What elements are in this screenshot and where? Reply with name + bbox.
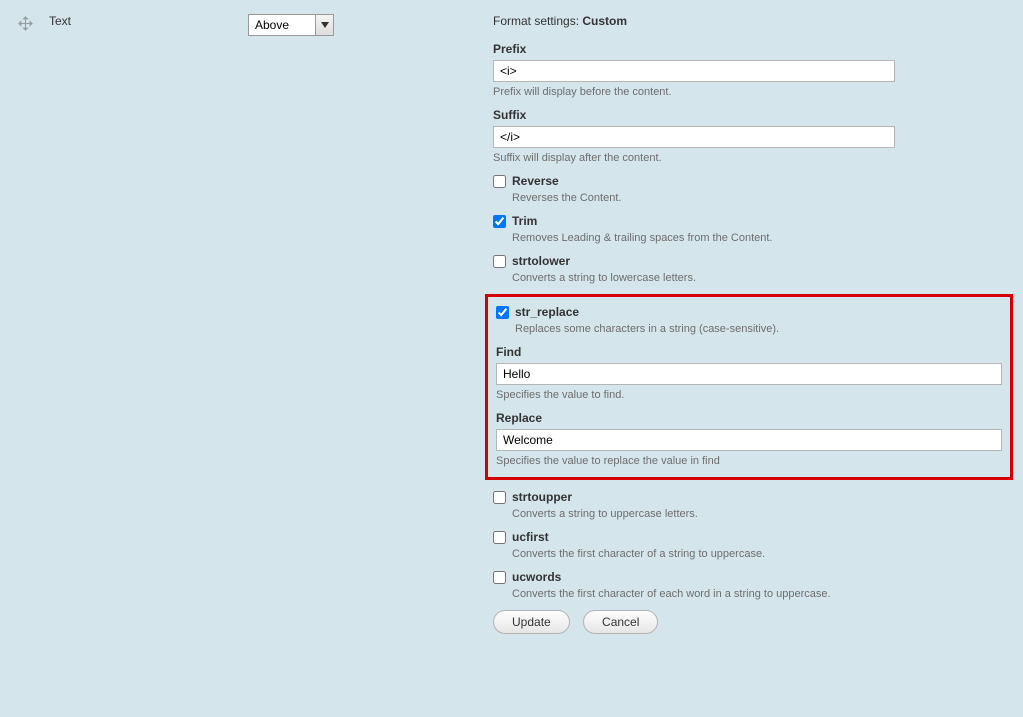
strtoupper-label: strtoupper <box>512 490 572 504</box>
ucwords-label: ucwords <box>512 570 561 584</box>
reverse-checkbox[interactable] <box>493 175 506 188</box>
str-replace-checkbox[interactable] <box>496 306 509 319</box>
suffix-input[interactable] <box>493 126 895 148</box>
prefix-desc: Prefix will display before the content. <box>493 86 895 98</box>
str-replace-label: str_replace <box>515 305 579 319</box>
strtoupper-checkbox[interactable] <box>493 491 506 504</box>
strtolower-desc: Converts a string to lowercase letters. <box>512 272 895 284</box>
chevron-down-icon <box>315 15 333 35</box>
trim-checkbox[interactable] <box>493 215 506 228</box>
strtoupper-desc: Converts a string to uppercase letters. <box>512 508 895 520</box>
placement-select[interactable]: Above <box>248 14 334 36</box>
strtolower-checkbox[interactable] <box>493 255 506 268</box>
move-icon[interactable] <box>18 16 33 31</box>
ucfirst-desc: Converts the first character of a string… <box>512 548 895 560</box>
suffix-desc: Suffix will display after the content. <box>493 152 895 164</box>
strtolower-label: strtolower <box>512 254 570 268</box>
str-replace-desc: Replaces some characters in a string (ca… <box>515 323 1002 335</box>
replace-desc: Specifies the value to replace the value… <box>496 455 1002 467</box>
ucfirst-checkbox[interactable] <box>493 531 506 544</box>
field-type-label: Text <box>49 14 71 28</box>
prefix-label: Prefix <box>493 42 895 56</box>
str-replace-highlight: str_replace Replaces some characters in … <box>485 294 1013 480</box>
trim-label: Trim <box>512 214 537 228</box>
update-button[interactable]: Update <box>493 610 570 634</box>
find-desc: Specifies the value to find. <box>496 389 1002 401</box>
replace-label: Replace <box>496 411 1002 425</box>
cancel-button[interactable]: Cancel <box>583 610 658 634</box>
reverse-label: Reverse <box>512 174 559 188</box>
trim-desc: Removes Leading & trailing spaces from t… <box>512 232 895 244</box>
reverse-desc: Reverses the Content. <box>512 192 895 204</box>
replace-input[interactable] <box>496 429 1002 451</box>
suffix-label: Suffix <box>493 108 895 122</box>
ucwords-desc: Converts the first character of each wor… <box>512 588 895 600</box>
prefix-input[interactable] <box>493 60 895 82</box>
format-settings-header: Format settings: Custom <box>493 14 1005 28</box>
ucfirst-label: ucfirst <box>512 530 549 544</box>
find-label: Find <box>496 345 1002 359</box>
find-input[interactable] <box>496 363 1002 385</box>
ucwords-checkbox[interactable] <box>493 571 506 584</box>
